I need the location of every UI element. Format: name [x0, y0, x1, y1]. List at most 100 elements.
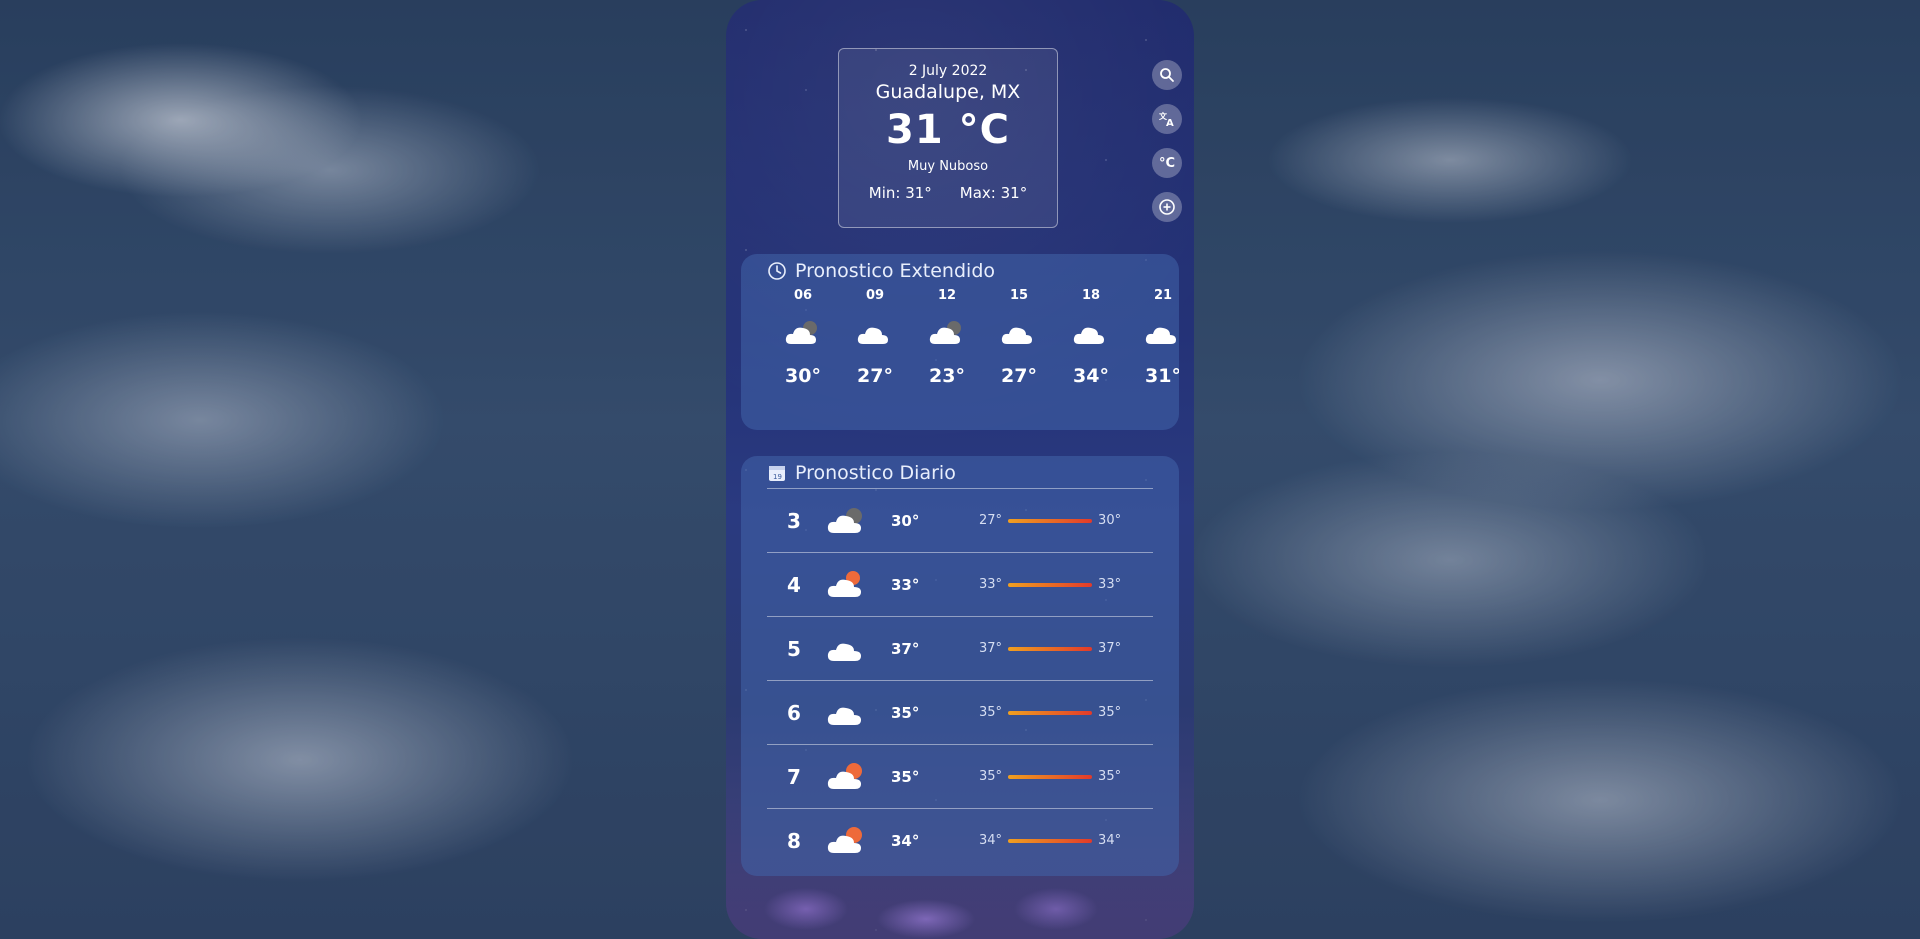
add-location-button[interactable] [1152, 192, 1182, 222]
day-range: 37° 37° [979, 641, 1121, 656]
cloud-sun-icon [821, 569, 871, 601]
clock-icon [768, 262, 786, 280]
day-max: 35° [891, 767, 920, 786]
temp-range-bar [1008, 646, 1093, 651]
svg-text:A: A [1166, 118, 1174, 128]
day-row[interactable]: 5 37° 37° 37° [767, 616, 1153, 680]
day-number: 7 [787, 764, 801, 789]
cloud-icon [983, 303, 1055, 363]
day-range: 35° 35° [979, 705, 1121, 720]
hour-label: 21 [1153, 288, 1173, 303]
cloud-icon [1127, 303, 1179, 363]
day-max: 33° [891, 575, 920, 594]
hour-temp: 34° [1073, 365, 1109, 387]
day-range: 27° 30° [979, 513, 1121, 528]
hour-temp: 27° [1001, 365, 1037, 387]
hour-label: 18 [1081, 288, 1101, 303]
current-date: 2 July 2022 [908, 63, 988, 79]
hourly-forecast-header: Pronostico Extendido [741, 254, 1179, 282]
cloud-sun-icon [821, 825, 871, 857]
hour-item: 06 30° [767, 288, 839, 387]
daily-list: 3 30° 27° 30° 4 33° 33° 33° 5 37° 37° 37… [741, 484, 1179, 872]
translate-icon: 文 A [1159, 111, 1174, 128]
temp-range-bar [1008, 710, 1093, 715]
day-low: 34° [979, 833, 1003, 848]
day-row[interactable]: 3 30° 27° 30° [767, 488, 1153, 552]
cloud-sun-icon [821, 761, 871, 793]
temp-range-bar [1008, 582, 1093, 587]
day-high: 35° [1098, 705, 1122, 720]
cloud-icon [821, 697, 871, 729]
current-description: Muy Nuboso [907, 159, 989, 174]
current-city: Guadalupe, MX [875, 81, 1021, 103]
hour-item: 12 23° [911, 288, 983, 387]
current-temperature: 31 °C [886, 107, 1010, 153]
calendar-icon: 19 [769, 466, 785, 481]
daily-forecast-header: 19 Pronostico Diario [741, 456, 1179, 484]
temp-range-bar [1008, 774, 1093, 779]
hour-temp: 30° [785, 365, 821, 387]
day-number: 8 [787, 828, 801, 853]
current-weather-card: 2 July 2022 Guadalupe, MX 31 °C Muy Nubo… [838, 48, 1058, 228]
day-high: 37° [1098, 641, 1122, 656]
hour-label: 15 [1009, 288, 1029, 303]
day-max: 37° [891, 639, 920, 658]
hour-item: 09 27° [839, 288, 911, 387]
search-button[interactable] [1152, 60, 1182, 90]
day-low: 35° [979, 705, 1003, 720]
day-range: 34° 34° [979, 833, 1121, 848]
cloud-icon [839, 303, 911, 363]
cloud-night-icon [911, 303, 983, 363]
day-low: 33° [979, 577, 1003, 592]
daily-forecast-panel: 19 Pronostico Diario 3 30° 27° 30° 4 33° [741, 456, 1179, 876]
unit-toggle-button[interactable]: °C [1152, 148, 1182, 178]
day-max: 34° [891, 831, 920, 850]
day-range: 33° 33° [979, 577, 1121, 592]
weather-app: 2 July 2022 Guadalupe, MX 31 °C Muy Nubo… [726, 0, 1194, 939]
side-toolbar: 文 A °C [1152, 60, 1182, 222]
search-icon [1160, 68, 1174, 82]
day-range: 35° 35° [979, 769, 1121, 784]
hour-item: 21 31° [1127, 288, 1179, 387]
day-row[interactable]: 4 33° 33° 33° [767, 552, 1153, 616]
day-number: 5 [787, 636, 801, 661]
day-high: 30° [1098, 513, 1122, 528]
day-row[interactable]: 7 35° 35° 35° [767, 744, 1153, 808]
hour-item: 15 27° [983, 288, 1055, 387]
daily-forecast-title: Pronostico Diario [795, 462, 956, 484]
current-min: Min: 31° [868, 184, 932, 202]
day-number: 6 [787, 700, 801, 725]
day-low: 37° [979, 641, 1003, 656]
current-max: Max: 31° [959, 184, 1028, 202]
day-low: 27° [979, 513, 1003, 528]
hour-temp: 31° [1145, 365, 1179, 387]
hour-label: 09 [865, 288, 885, 303]
cloud-night-icon [767, 303, 839, 363]
svg-text:19: 19 [773, 473, 782, 481]
day-row[interactable]: 8 34° 34° 34° [767, 808, 1153, 872]
translate-button[interactable]: 文 A [1152, 104, 1182, 134]
cloud-night-icon [821, 505, 871, 537]
day-row[interactable]: 6 35° 35° 35° [767, 680, 1153, 744]
day-number: 3 [787, 508, 801, 533]
hourly-forecast-title: Pronostico Extendido [795, 260, 996, 282]
day-high: 34° [1098, 833, 1122, 848]
current-min-max: Min: 31° Max: 31° [839, 184, 1057, 202]
hour-item: 18 34° [1055, 288, 1127, 387]
day-high: 33° [1098, 577, 1122, 592]
cloud-icon [1055, 303, 1127, 363]
hour-label: 06 [793, 288, 813, 303]
temp-range-bar [1008, 518, 1093, 523]
day-max: 30° [891, 511, 920, 530]
temp-range-bar [1008, 838, 1093, 843]
cloud-icon [821, 633, 871, 665]
hourly-list: 06 30° 09 27° 12 23° 15 27° 18 34° 21 31… [741, 288, 1179, 387]
day-high: 35° [1098, 769, 1122, 784]
day-number: 4 [787, 572, 801, 597]
hourly-forecast-panel[interactable]: Pronostico Extendido 06 30° 09 27° 12 23… [741, 254, 1179, 430]
add-circle-icon [1159, 199, 1175, 215]
hour-label: 12 [937, 288, 957, 303]
day-max: 35° [891, 703, 920, 722]
hour-temp: 27° [857, 365, 893, 387]
hour-temp: 23° [929, 365, 965, 387]
